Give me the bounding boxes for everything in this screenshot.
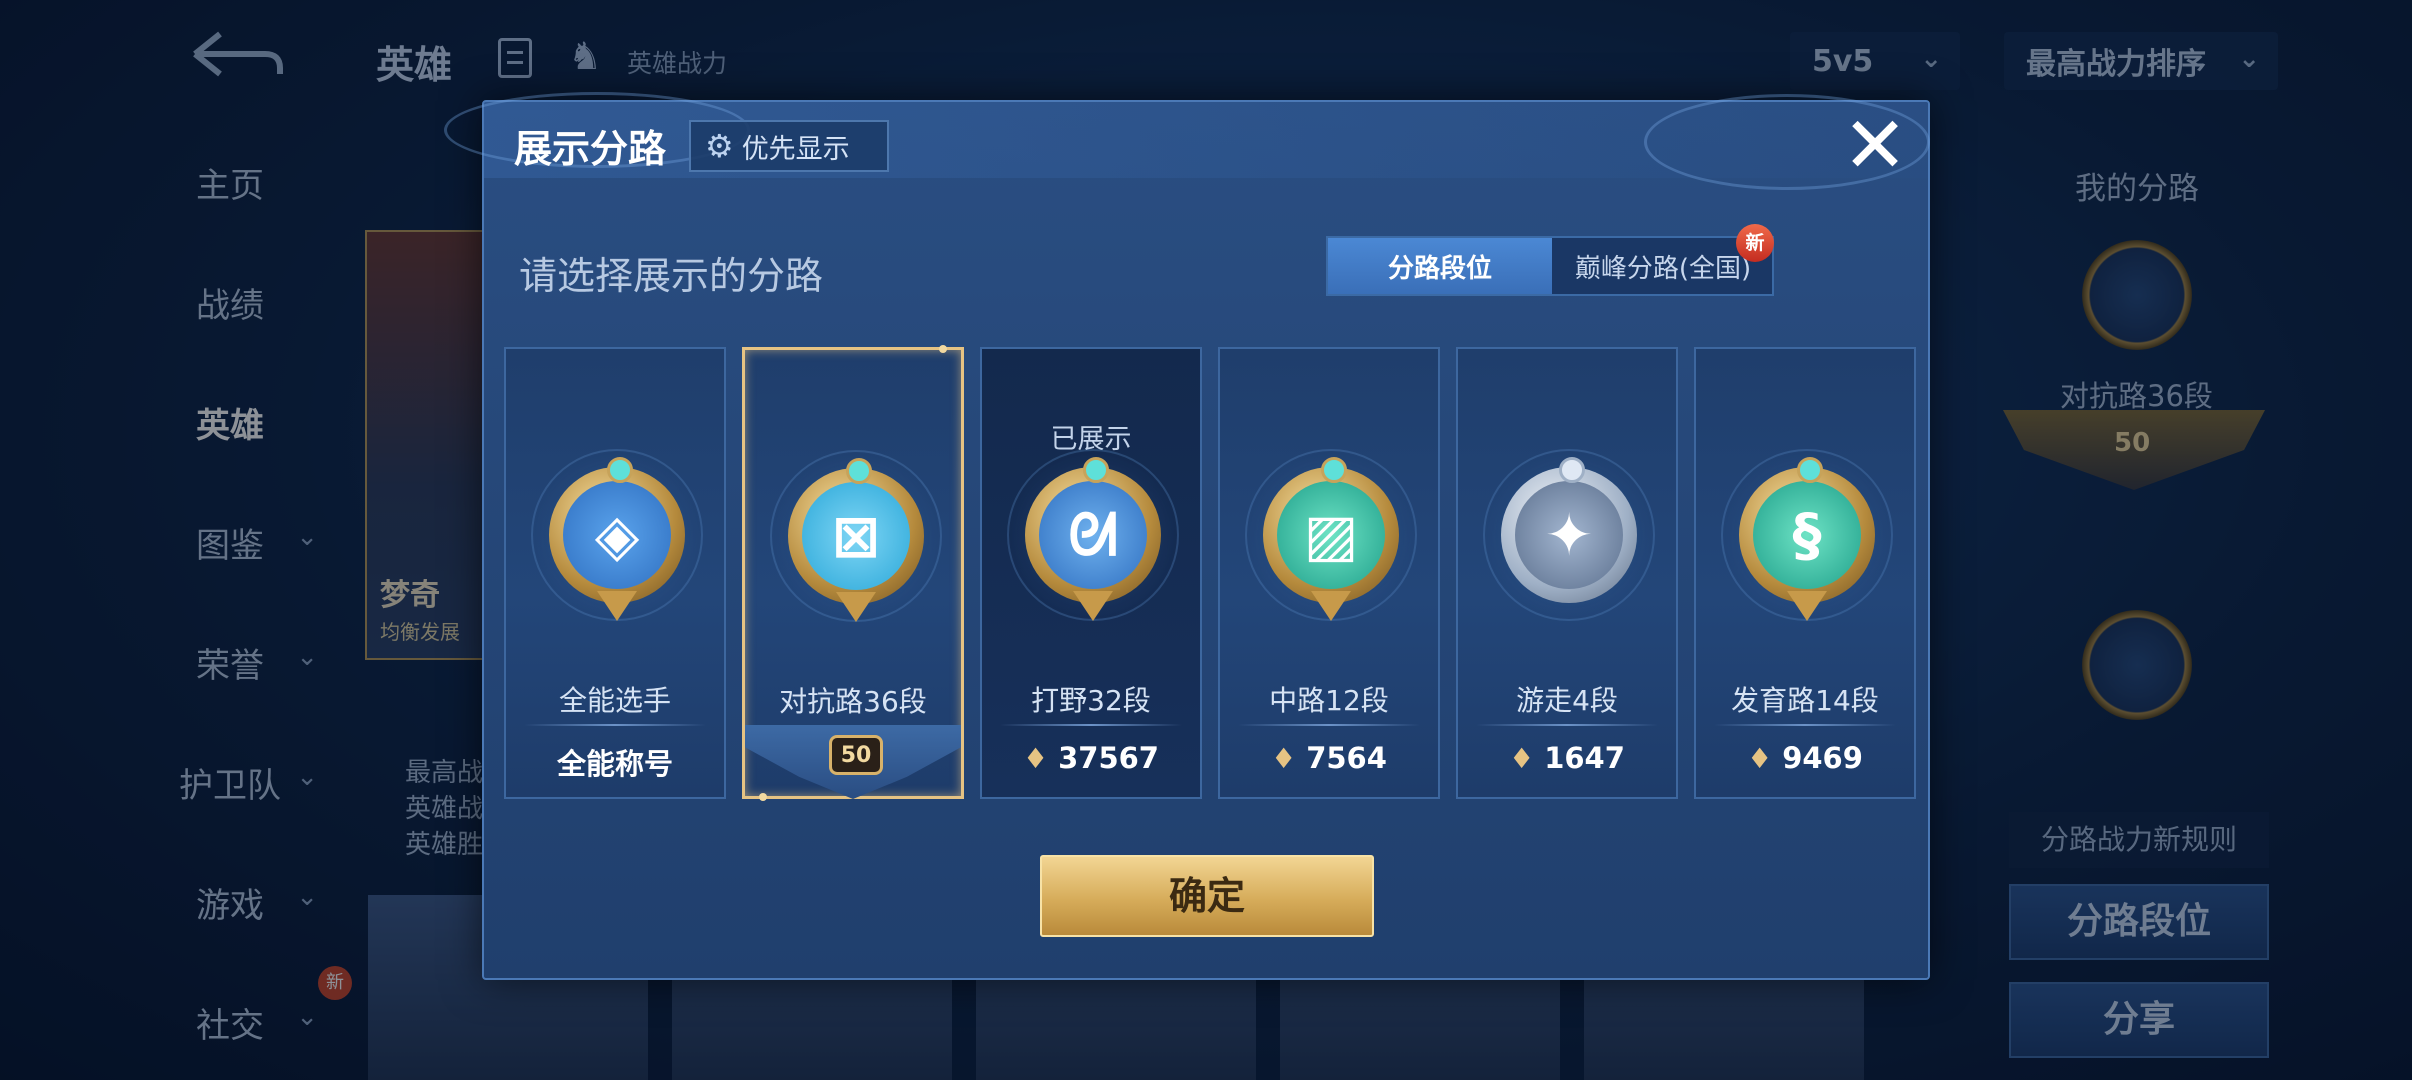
new-badge: 新	[1736, 224, 1774, 262]
lane-card-mid[interactable]: ▨ 中路12段 ♦ 7564	[1218, 347, 1440, 799]
lane-name: 打野32段	[1031, 684, 1151, 717]
lane-power-value: 37567	[1058, 741, 1159, 775]
mid-lane-badge-icon: ▨	[1245, 449, 1417, 621]
farm-lane-badge-icon: §	[1721, 449, 1893, 621]
all-round-badge-icon: ◈	[531, 449, 703, 621]
lane-power-value: 1647	[1544, 741, 1625, 775]
tab-lane-rank[interactable]: 分路段位	[1328, 238, 1552, 294]
power-icon: ♦	[1509, 741, 1535, 775]
priority-display-label: 优先显示	[741, 133, 850, 165]
lane-card-jungle[interactable]: 已展示 ᘛ 打野32段 ♦ 37567	[980, 347, 1202, 799]
level-chip: 50	[829, 735, 883, 775]
tab-peak-lane[interactable]: 巅峰分路(全国) 新	[1552, 224, 1774, 294]
lane-power-value: 9469	[1782, 741, 1863, 775]
jungle-badge-icon: ᘛ	[1007, 449, 1179, 621]
modal-subtitle: 请选择展示的分路	[519, 254, 824, 298]
lane-power-value: 7564	[1306, 741, 1387, 775]
power-icon: ♦	[1271, 741, 1297, 775]
power-icon: ♦	[1747, 741, 1773, 775]
modal-title: 展示分路	[514, 127, 667, 171]
lane-tabs: 分路段位 巅峰分路(全国) 新	[1326, 224, 1774, 296]
lane-display-modal: 展示分路 ⚙ 优先显示 ✕ 请选择展示的分路 分路段位 巅峰分路(全国) 新 ◈…	[444, 92, 1930, 980]
lane-name: 全能选手	[558, 684, 671, 717]
power-icon: ♦	[1022, 741, 1049, 775]
lane-card-farm[interactable]: § 发育路14段 ♦ 9469	[1694, 347, 1916, 799]
close-button[interactable]: ✕	[1839, 107, 1911, 188]
priority-display-button[interactable]: ⚙ 优先显示	[689, 120, 889, 172]
lane-card-all-round[interactable]: ◈ 全能选手 全能称号	[504, 347, 726, 799]
lane-power: ♦ 37567	[982, 741, 1200, 775]
lane-name: 游走4段	[1516, 684, 1618, 717]
lane-name: 中路12段	[1269, 684, 1389, 717]
lane-card-roam[interactable]: ✦ 游走4段 ♦ 1647	[1456, 347, 1678, 799]
lane-power: ♦ 1647	[1458, 741, 1676, 775]
lane-name: 对抗路36段	[779, 685, 927, 718]
lane-value: 全能称号	[556, 747, 673, 781]
lane-name: 发育路14段	[1731, 684, 1879, 717]
gear-icon: ⚙	[705, 127, 734, 165]
lane-power: ♦ 9469	[1696, 741, 1914, 775]
confirm-button[interactable]: 确定	[1040, 855, 1374, 937]
close-icon: ✕	[1842, 101, 1908, 191]
roam-badge-icon: ✦	[1483, 449, 1655, 621]
clash-lane-badge-icon: ⊠	[770, 450, 942, 622]
lane-card-clash[interactable]: ⊠ 对抗路36段 50	[742, 345, 964, 801]
tab-label: 巅峰分路(全国)	[1574, 253, 1752, 284]
lane-power: ♦ 7564	[1220, 741, 1438, 775]
